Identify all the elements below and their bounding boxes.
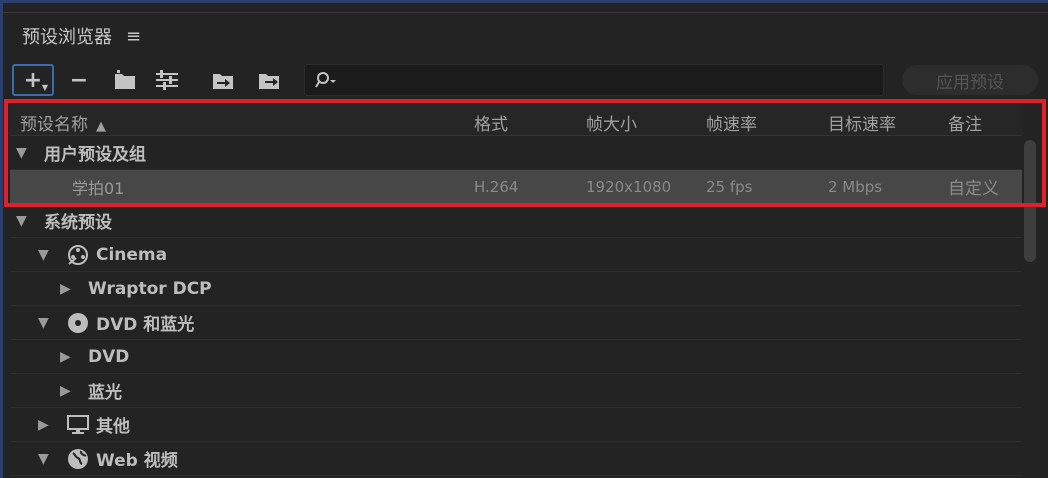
search-icon: [315, 72, 336, 88]
chevron-down-icon[interactable]: ▼: [16, 213, 27, 229]
cell-frame-size: 1920x1080: [586, 177, 672, 196]
row-label-other: 其他: [66, 412, 130, 437]
chevron-right-icon[interactable]: ▶: [38, 417, 49, 433]
column-target-rate[interactable]: 目标速率: [828, 110, 896, 135]
column-notes[interactable]: 备注: [948, 110, 982, 135]
column-name[interactable]: 预设名称 ▲: [20, 110, 106, 135]
export-folder-icon: [259, 74, 279, 89]
dropdown-arrow-icon: ▼: [41, 83, 48, 92]
row-label: 系统预设: [44, 213, 112, 233]
search-field[interactable]: [304, 64, 884, 96]
other-label: 其他: [96, 417, 130, 437]
panel-header: 预设浏览器 ≡: [22, 22, 141, 50]
tree-row-dvd[interactable]: ▶ DVD: [10, 340, 1022, 374]
tree-row-preset-xuepai01[interactable]: 学拍01 H.264 1920x1080 25 fps 2 Mbps 自定义: [10, 170, 1022, 204]
chevron-down-icon[interactable]: ▼: [16, 145, 27, 161]
column-header-row: 预设名称 ▲ 格式 帧大小 帧速率 目标速率 备注: [10, 104, 1022, 136]
tree-row-wraptor-dcp[interactable]: ▶ Wraptor DCP: [10, 272, 1022, 306]
tree-row-bluray[interactable]: ▶ 蓝光: [10, 374, 1022, 408]
monitor-icon: [66, 414, 90, 436]
import-preset-button[interactable]: [208, 64, 238, 96]
chevron-down-icon[interactable]: ▼: [38, 315, 49, 331]
dvd-bluray-label: DVD 和蓝光: [96, 315, 195, 335]
disc-icon: [66, 312, 90, 334]
cell-notes: 自定义: [948, 179, 999, 199]
preset-tree-list: ▼ 用户预设及组 学拍01 H.264 1920x1080 25 fps 2 M…: [10, 136, 1022, 478]
cell-frame-rate: 25 fps: [706, 177, 753, 196]
panel-title: 预设浏览器: [22, 27, 112, 48]
web-video-label: Web 视频: [96, 451, 178, 471]
tree-row-cinema[interactable]: ▼ Cinema: [10, 238, 1022, 272]
row-label-dvd-bluray: DVD 和蓝光: [66, 310, 194, 335]
preset-settings-button[interactable]: [152, 64, 182, 96]
globe-icon: [66, 448, 90, 470]
cell-format: H.264: [474, 177, 519, 196]
row-label: DVD: [88, 346, 130, 367]
row-label-web-video: Web 视频: [66, 446, 178, 471]
apply-preset-button[interactable]: 应用预设: [902, 65, 1038, 95]
chevron-right-icon[interactable]: ▶: [60, 383, 71, 399]
chevron-down-icon[interactable]: ▼: [38, 451, 49, 467]
import-folder-icon: [213, 74, 233, 89]
column-frame-rate[interactable]: 帧速率: [706, 110, 757, 135]
column-name-label: 预设名称: [20, 115, 88, 135]
chevron-right-icon[interactable]: ▶: [60, 349, 71, 365]
new-group-folder-button[interactable]: [110, 64, 140, 96]
export-preset-button[interactable]: [254, 64, 284, 96]
remove-preset-button[interactable]: −: [64, 64, 94, 96]
cinema-label: Cinema: [96, 244, 168, 265]
tree-row-system-presets[interactable]: ▼ 系统预设: [10, 204, 1022, 238]
column-frame-size[interactable]: 帧大小: [586, 110, 637, 135]
sliders-icon: [156, 70, 178, 90]
chevron-down-icon[interactable]: ▼: [38, 247, 49, 263]
toolbar: + ▼ − 应用预设: [12, 64, 1038, 96]
tree-row-other[interactable]: ▶ 其他: [10, 408, 1022, 442]
row-label: 蓝光: [88, 383, 122, 403]
tree-row-dvd-bluray[interactable]: ▼ DVD 和蓝光: [10, 306, 1022, 340]
cell-target-rate: 2 Mbps: [828, 177, 883, 196]
row-label-cinema: Cinema: [66, 244, 167, 266]
panel-divider: [3, 12, 1048, 13]
folder-icon: [115, 70, 135, 89]
add-preset-button[interactable]: + ▼: [12, 64, 54, 96]
row-label: Wraptor DCP: [88, 278, 212, 299]
film-reel-icon: [66, 244, 90, 266]
search-input[interactable]: [343, 72, 883, 88]
vertical-scrollbar[interactable]: [1024, 140, 1036, 262]
add-label: +: [23, 67, 43, 93]
sort-ascending-icon: ▲: [96, 119, 106, 134]
remove-label: −: [69, 67, 89, 93]
chevron-right-icon[interactable]: ▶: [60, 281, 71, 297]
column-format[interactable]: 格式: [474, 110, 508, 135]
row-label: 用户预设及组: [44, 145, 146, 165]
tree-row-user-presets[interactable]: ▼ 用户预设及组: [10, 136, 1022, 170]
hamburger-icon[interactable]: ≡: [126, 26, 141, 47]
tree-row-web-video[interactable]: ▼ Web 视频: [10, 442, 1022, 476]
preset-name: 学拍01: [72, 178, 125, 198]
